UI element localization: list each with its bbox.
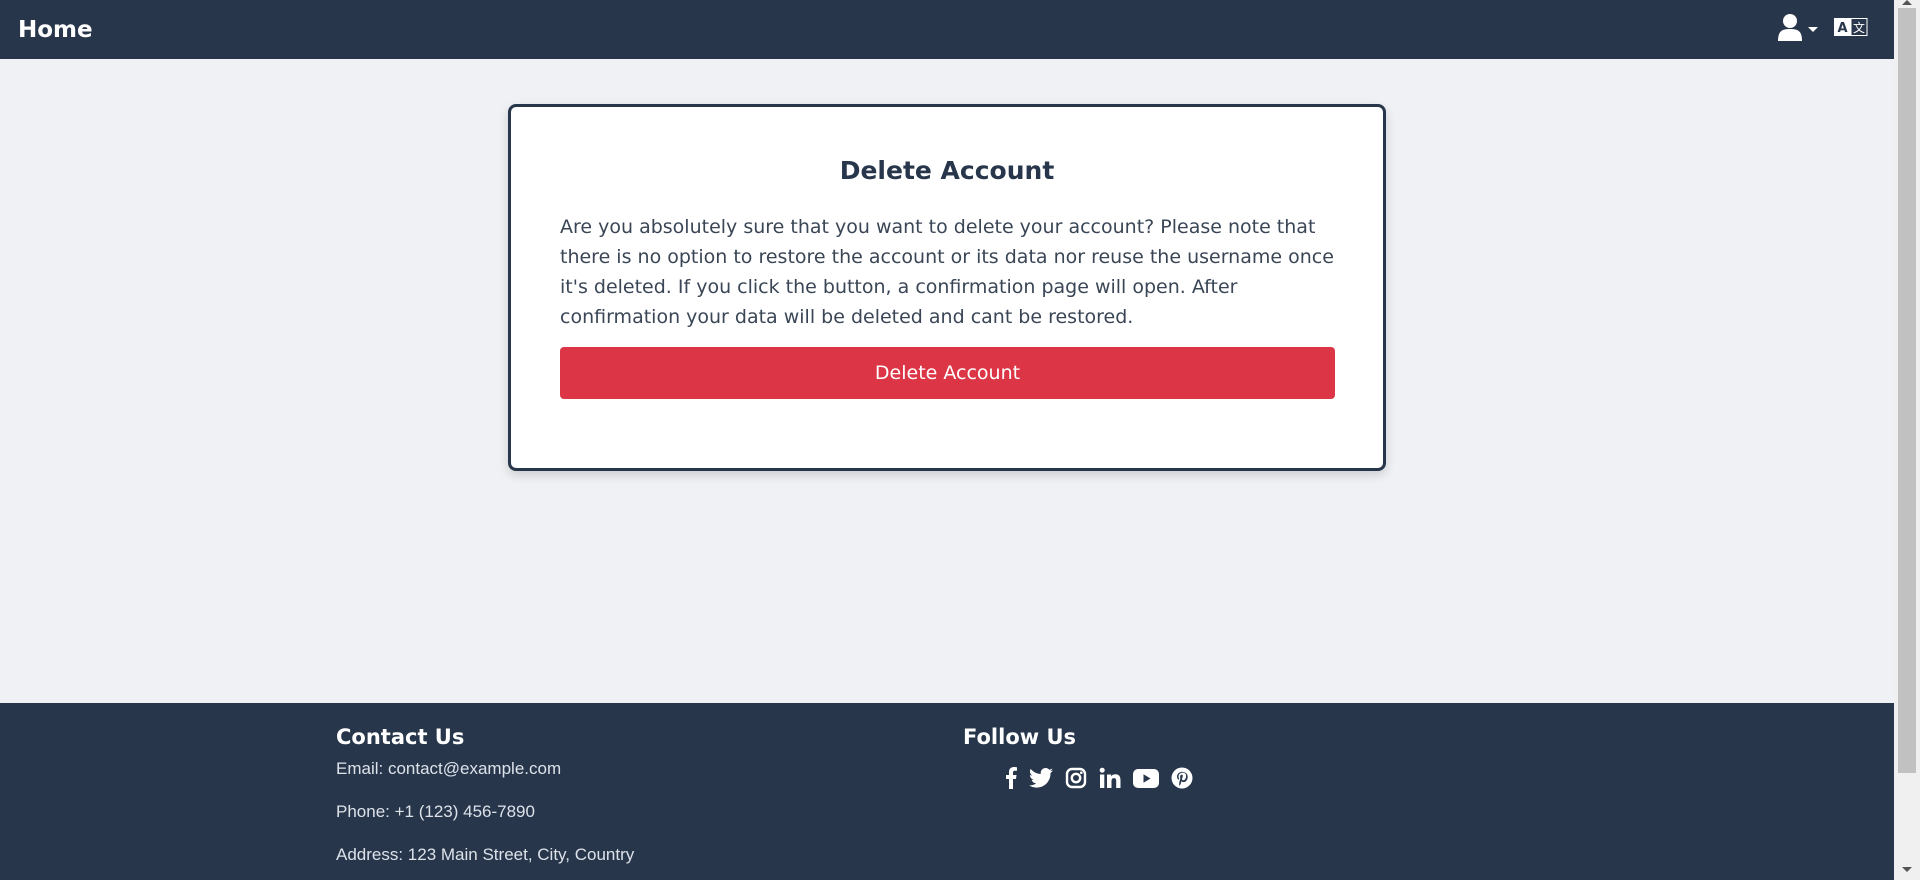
delete-account-button[interactable]: Delete Account: [560, 347, 1335, 399]
youtube-icon[interactable]: [1133, 768, 1159, 788]
social-links: [1005, 767, 1193, 789]
facebook-icon[interactable]: [1005, 767, 1017, 789]
card-title: Delete Account: [839, 156, 1055, 185]
svg-text:文: 文: [1853, 20, 1865, 35]
linkedin-icon[interactable]: [1099, 767, 1121, 789]
svg-text:A: A: [1837, 21, 1847, 36]
scroll-up-icon[interactable]: [1902, 0, 1912, 5]
scroll-thumb[interactable]: [1898, 8, 1916, 773]
page-scrollbar[interactable]: [1894, 0, 1920, 880]
main-content: Delete Account Are you absolutely sure t…: [0, 59, 1894, 703]
contact-email: Email: contact@example.com: [336, 759, 562, 778]
scroll-down-icon[interactable]: [1902, 867, 1912, 872]
navbar-actions: A 文: [1778, 13, 1876, 46]
user-icon: [1778, 13, 1802, 46]
home-link[interactable]: Home: [18, 17, 93, 43]
follow-heading: Follow Us: [963, 725, 1077, 749]
contact-section: Contact Us Email: contact@example.com Ph…: [336, 725, 634, 880]
delete-account-card: Delete Account Are you absolutely sure t…: [508, 104, 1386, 471]
contact-phone: Phone: +1 (123) 456-7890: [336, 802, 535, 821]
contact-address: Address: 123 Main Street, City, Country: [336, 845, 635, 864]
twitter-icon[interactable]: [1029, 768, 1053, 788]
contact-heading: Contact Us: [336, 725, 465, 749]
pinterest-icon[interactable]: [1171, 767, 1193, 789]
follow-section: Follow Us: [963, 725, 1193, 789]
user-menu-toggle[interactable]: [1778, 13, 1818, 46]
language-switcher[interactable]: A 文: [1834, 18, 1868, 41]
footer: Contact Us Email: contact@example.com Ph…: [0, 703, 1894, 880]
delete-warning-text: Are you absolutely sure that you want to…: [560, 216, 1334, 328]
translate-icon: A 文: [1834, 18, 1868, 41]
navbar: Home A 文: [0, 0, 1894, 59]
chevron-down-icon: [1808, 27, 1818, 32]
instagram-icon[interactable]: [1065, 767, 1087, 789]
